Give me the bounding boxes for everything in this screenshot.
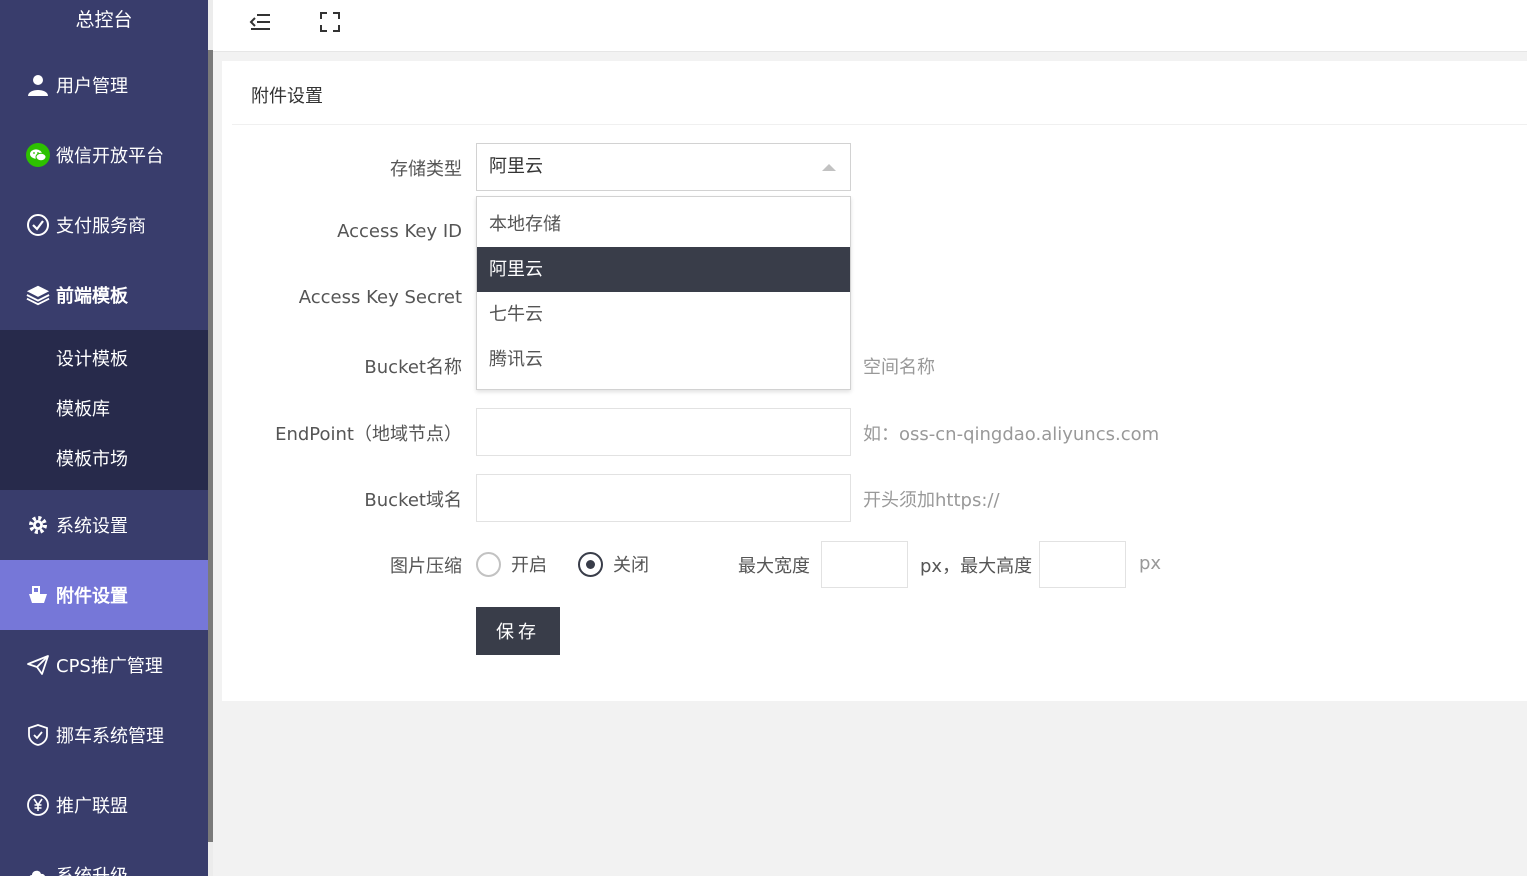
bucket-domain-label: Bucket域名 <box>364 490 462 511</box>
sidebar-item-label: 系统升级 <box>56 862 128 876</box>
sidebar-item-system-upgrade[interactable]: 系统升级 <box>0 840 208 876</box>
sidebar-scrollbar-thumb[interactable] <box>208 50 213 842</box>
sidebar-item-move-car[interactable]: 挪车系统管理 <box>0 700 208 770</box>
endpoint-label: EndPoint（地域节点） <box>275 424 462 445</box>
sidebar-item-user-management[interactable]: 用户管理 <box>0 50 208 120</box>
card-title: 附件设置 <box>232 61 1527 125</box>
sidebar: 总控台 用户管理 微信开放平台 支付服务商 前端模板 设计模板 模板库 模板市场… <box>0 0 208 876</box>
attachment-settings-card: 附件设置 存储类型 阿里云 本地存储 阿里云 七牛云 腾讯云 Access Ke… <box>222 61 1527 701</box>
cloud-icon <box>26 863 50 876</box>
radio-circle <box>476 551 501 577</box>
access-key-secret-label: Access Key Secret <box>298 287 462 308</box>
sidebar-title[interactable]: 总控台 <box>0 0 208 50</box>
compress-on-label: 开启 <box>511 555 547 576</box>
sidebar-item-label: 微信开放平台 <box>56 146 164 167</box>
ship-icon <box>26 583 50 607</box>
wechat-icon <box>26 143 50 167</box>
layers-icon <box>26 283 50 307</box>
px-unit: px <box>1139 553 1162 574</box>
bucket-domain-hint: 开头须加https:// <box>863 490 1000 511</box>
max-width-label: 最大宽度 <box>738 556 810 577</box>
user-icon <box>26 73 50 97</box>
storage-option-qiniu[interactable]: 七牛云 <box>477 292 850 337</box>
submenu-item-template-library[interactable]: 模板库 <box>0 385 208 435</box>
endpoint-hint: 如：oss-cn-qingdao.aliyuncs.com <box>863 424 1160 445</box>
sidebar-item-label: 系统设置 <box>56 516 128 537</box>
max-height-label: px，最大高度 <box>920 556 1033 577</box>
access-key-id-label: Access Key ID <box>337 221 462 242</box>
bucket-domain-input[interactable] <box>476 474 851 522</box>
check-circle-icon <box>26 213 50 237</box>
storage-option-local[interactable]: 本地存储 <box>477 202 850 247</box>
sidebar-item-label: 前端模板 <box>56 286 128 307</box>
frontend-templates-submenu: 设计模板 模板库 模板市场 <box>0 330 208 490</box>
sidebar-item-label: 用户管理 <box>56 76 128 97</box>
max-height-input[interactable] <box>1039 541 1126 588</box>
sidebar-item-cps[interactable]: CPS推广管理 <box>0 630 208 700</box>
endpoint-input[interactable] <box>476 408 851 456</box>
compress-on-radio[interactable]: 开启 <box>476 551 547 577</box>
sidebar-item-label: CPS推广管理 <box>56 656 163 677</box>
storage-type-value: 阿里云 <box>489 156 543 177</box>
radio-circle <box>578 551 603 577</box>
save-button[interactable]: 保存 <box>476 607 560 655</box>
submenu-item-template-market[interactable]: 模板市场 <box>0 435 208 485</box>
storage-option-aliyun[interactable]: 阿里云 <box>477 247 850 292</box>
bucket-name-hint: 空间名称 <box>863 357 935 378</box>
caret-up-icon <box>822 164 836 171</box>
shield-icon <box>26 723 50 747</box>
storage-option-tencent[interactable]: 腾讯云 <box>477 337 850 382</box>
sidebar-item-label: 附件设置 <box>56 586 128 607</box>
submenu-item-design-template[interactable]: 设计模板 <box>0 335 208 385</box>
sidebar-item-label: 推广联盟 <box>56 796 128 817</box>
sidebar-item-label: 支付服务商 <box>56 216 146 237</box>
sidebar-item-frontend-templates[interactable]: 前端模板 <box>0 260 208 330</box>
image-compress-label: 图片压缩 <box>390 556 462 577</box>
sidebar-item-wechat[interactable]: 微信开放平台 <box>0 120 208 190</box>
storage-type-select[interactable]: 阿里云 <box>476 143 851 191</box>
top-header <box>213 0 1527 52</box>
bucket-name-label: Bucket名称 <box>364 357 462 378</box>
fullscreen-icon[interactable] <box>315 8 345 36</box>
yen-icon <box>26 793 50 817</box>
storage-type-label: 存储类型 <box>390 159 462 180</box>
sidebar-item-attachment-settings[interactable]: 附件设置 <box>0 560 208 630</box>
gear-icon <box>26 513 50 537</box>
max-width-input[interactable] <box>821 541 908 588</box>
menu-fold-icon[interactable] <box>245 8 275 36</box>
sidebar-item-system-settings[interactable]: 系统设置 <box>0 490 208 560</box>
compress-off-label: 关闭 <box>613 555 649 576</box>
sidebar-item-payment[interactable]: 支付服务商 <box>0 190 208 260</box>
compress-off-radio[interactable]: 关闭 <box>578 551 649 577</box>
sidebar-item-promotion-alliance[interactable]: 推广联盟 <box>0 770 208 840</box>
paper-plane-icon <box>26 653 50 677</box>
sidebar-item-label: 挪车系统管理 <box>56 726 164 747</box>
storage-type-dropdown: 本地存储 阿里云 七牛云 腾讯云 <box>476 196 851 390</box>
